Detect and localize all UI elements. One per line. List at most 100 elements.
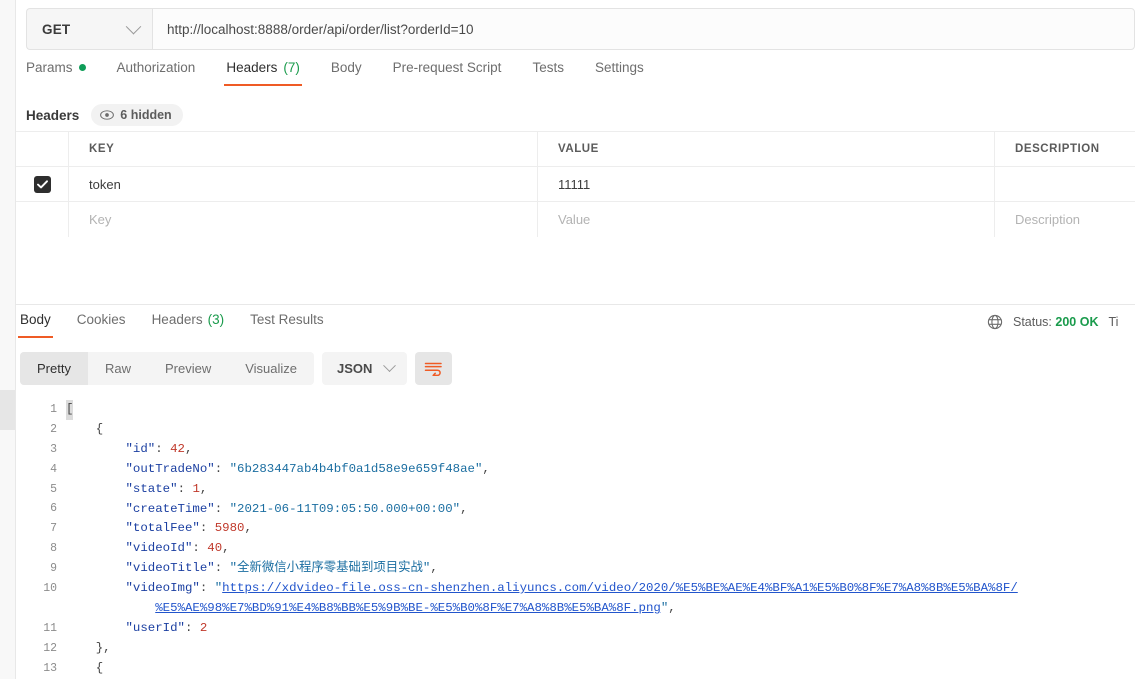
tab-authorization-label: Authorization xyxy=(116,60,196,75)
url-text: http://localhost:8888/order/api/order/li… xyxy=(167,21,474,37)
row-key-text: token xyxy=(89,176,121,192)
view-mode-preview[interactable]: Preview xyxy=(148,352,228,385)
row-description-cell[interactable] xyxy=(995,167,1135,201)
code-line-number: 7 xyxy=(50,522,57,536)
response-tab-bar: Body Cookies Headers (3) Test Results xyxy=(18,312,350,342)
placeholder-value-input[interactable]: Value xyxy=(538,202,995,237)
placeholder-checkbox-cell xyxy=(16,202,69,237)
view-mode-visualize[interactable]: Visualize xyxy=(228,352,314,385)
request-tab-bar: Params Authorization Headers (7) Body Pr… xyxy=(26,60,1135,94)
tab-params-label: Params xyxy=(26,60,73,75)
code-line: "totalFee": 5980, xyxy=(125,521,252,536)
response-scrollbar-thumb[interactable] xyxy=(0,390,15,430)
tab-tests[interactable]: Tests xyxy=(532,60,564,86)
response-time-label[interactable]: Ti xyxy=(1109,315,1119,329)
response-scrollbar-track[interactable] xyxy=(0,0,15,679)
view-mode-preview-label: Preview xyxy=(164,361,212,376)
hidden-headers-count-label: 6 hidden xyxy=(120,108,172,122)
tab-body-label: Body xyxy=(330,60,362,75)
row-value-cell[interactable]: 11111 xyxy=(538,167,995,201)
response-tab-headers-count: (3) xyxy=(207,312,225,327)
params-modified-dot-icon xyxy=(78,64,86,71)
code-line: "videoImg": "https://xdvideo-file.oss-cn… xyxy=(125,581,1018,596)
table-row-placeholder[interactable]: Key Value Description xyxy=(16,202,1135,237)
response-format-select[interactable]: JSON xyxy=(322,352,408,385)
row-key-cell[interactable]: token xyxy=(69,167,538,201)
tab-headers[interactable]: Headers (7) xyxy=(224,60,302,86)
globe-icon[interactable] xyxy=(987,314,1003,330)
http-method-select[interactable]: GET xyxy=(26,8,152,50)
code-line: "state": 1, xyxy=(125,481,208,496)
status-badge[interactable]: Status: 200 OK xyxy=(1013,315,1099,329)
tab-authorization[interactable]: Authorization xyxy=(117,60,196,86)
code-line: }, xyxy=(95,640,111,655)
wrap-lines-button[interactable] xyxy=(415,352,453,385)
request-bar: GET http://localhost:8888/order/api/orde… xyxy=(26,8,1135,50)
url-input[interactable]: http://localhost:8888/order/api/order/li… xyxy=(152,8,1135,50)
row-value-text: 11111 xyxy=(558,176,591,192)
headers-table: KEY VALUE DESCRIPTION token 11111 Key Va… xyxy=(16,131,1135,238)
response-tab-cookies-label: Cookies xyxy=(76,312,126,327)
code-line: "videoId": 40, xyxy=(125,541,230,556)
column-header-key: KEY xyxy=(89,143,115,155)
code-line-continuation: %E5%AE%98%E7%BD%91%E4%B8%BB%E5%9B%BE-%E5… xyxy=(155,601,676,616)
code-line: "id": 42, xyxy=(125,441,193,456)
code-line-numbers: 1 2 3 4 5 6 7 8 9 10 11 12 13 xyxy=(16,396,66,679)
header-cell-checkbox xyxy=(16,132,69,166)
view-mode-visualize-label: Visualize xyxy=(245,361,298,376)
headers-subheader: Headers 6 hidden xyxy=(26,100,183,130)
tab-params[interactable]: Params xyxy=(26,60,86,86)
code-line-number: 11 xyxy=(43,621,57,635)
code-line: "outTradeNo": "6b283447ab4b4bf0a1d58e9e6… xyxy=(125,461,490,476)
view-mode-raw-label: Raw xyxy=(104,361,131,376)
response-tab-test-results-label: Test Results xyxy=(250,312,324,327)
placeholder-description-input[interactable]: Description xyxy=(995,202,1135,237)
code-line-number-blank xyxy=(16,599,57,619)
tab-headers-label: Headers xyxy=(226,60,278,75)
view-mode-raw[interactable]: Raw xyxy=(88,352,148,385)
tab-pre-request-script-label: Pre-request Script xyxy=(392,60,502,75)
code-line-number: 13 xyxy=(43,661,57,675)
tab-pre-request-script[interactable]: Pre-request Script xyxy=(393,60,502,86)
response-tab-cookies[interactable]: Cookies xyxy=(77,312,126,338)
code-line-number: 8 xyxy=(50,542,57,556)
column-header-description: DESCRIPTION xyxy=(1015,143,1100,155)
code-line: [ xyxy=(66,400,1135,420)
wrap-lines-icon xyxy=(425,362,443,376)
tab-body[interactable]: Body xyxy=(331,60,362,86)
response-body-code-viewer[interactable]: 1 2 3 4 5 6 7 8 9 10 11 12 13 [ { "id": 42, "outTrad… xyxy=(16,396,1135,679)
placeholder-description-text: Description xyxy=(1015,212,1081,227)
view-mode-group: Pretty Raw Preview Visualize xyxy=(20,352,315,385)
row-checkbox-cell xyxy=(16,167,69,201)
placeholder-key-input[interactable]: Key xyxy=(69,202,538,237)
code-line-number: 1 xyxy=(50,403,57,416)
code-line: "videoTitle": "全新微信小程序零基础到项目实战", xyxy=(125,561,438,576)
table-row[interactable]: token 11111 xyxy=(16,167,1135,202)
headers-table-header-row: KEY VALUE DESCRIPTION xyxy=(16,132,1135,167)
response-tab-headers[interactable]: Headers (3) xyxy=(152,312,225,338)
code-line-number: 4 xyxy=(50,462,57,476)
row-enabled-checkbox[interactable] xyxy=(33,175,51,193)
check-icon xyxy=(36,179,48,188)
status-code-label: 200 OK xyxy=(1055,315,1099,329)
tab-tests-label: Tests xyxy=(532,60,564,75)
chevron-down-icon xyxy=(125,18,142,34)
headers-empty-space xyxy=(16,237,1135,305)
response-tab-body[interactable]: Body xyxy=(18,312,53,338)
code-line-number: 6 xyxy=(50,502,57,516)
response-body-toolbar: Pretty Raw Preview Visualize JSON xyxy=(20,352,453,385)
response-tab-body-label: Body xyxy=(20,312,51,327)
hidden-headers-toggle[interactable]: 6 hidden xyxy=(91,104,183,126)
view-mode-pretty[interactable]: Pretty xyxy=(20,352,88,385)
response-tab-test-results[interactable]: Test Results xyxy=(250,312,324,338)
code-line-number: 9 xyxy=(50,562,57,576)
code-line-number: 10 xyxy=(43,582,57,596)
postman-request-response-view: GET http://localhost:8888/order/api/orde… xyxy=(0,0,1135,679)
tab-settings[interactable]: Settings xyxy=(595,60,644,86)
code-line-number: 5 xyxy=(50,482,57,496)
code-line-number: 12 xyxy=(43,641,57,655)
tab-headers-count: (7) xyxy=(283,60,300,75)
column-header-value: VALUE xyxy=(558,143,599,155)
view-mode-pretty-label: Pretty xyxy=(37,361,71,376)
code-content[interactable]: [ { "id": 42, "outTradeNo": "6b283447ab4… xyxy=(66,396,1135,679)
